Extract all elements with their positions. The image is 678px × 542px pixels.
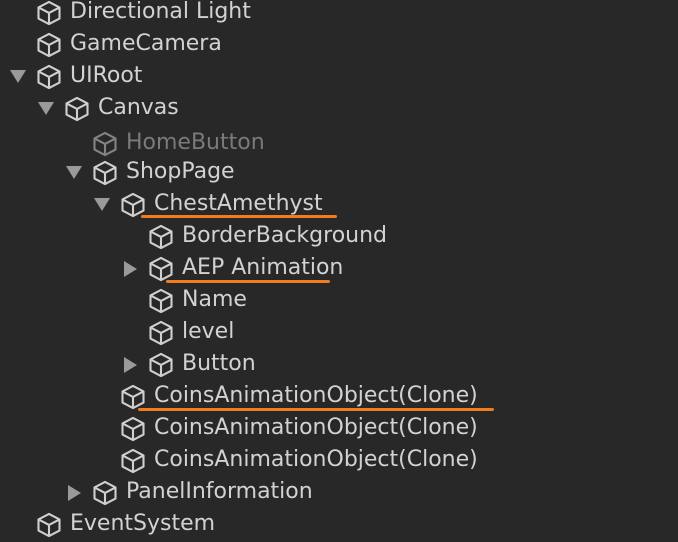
item-label: Name	[182, 287, 247, 312]
triangle-down-icon[interactable]	[38, 102, 54, 115]
hierarchy-item-uiroot[interactable]: UIRoot	[0, 61, 678, 93]
item-label: HomeButton	[126, 130, 265, 155]
triangle-down-icon[interactable]	[94, 198, 110, 211]
triangle-right-icon[interactable]	[124, 261, 137, 277]
hierarchy-item-panelinformation[interactable]: PanelInformation	[0, 477, 678, 509]
triangle-down-icon[interactable]	[10, 70, 26, 83]
gameobject-cube-icon	[93, 131, 117, 157]
item-label: GameCamera	[70, 31, 222, 56]
annotation-underline-chestamethyst	[141, 215, 337, 218]
gameobject-cube-icon	[37, 64, 61, 90]
item-label: CoinsAnimationObject(Clone)	[154, 383, 478, 408]
triangle-right-icon[interactable]	[68, 485, 81, 501]
annotation-underline-coinsanimationobject	[138, 408, 494, 411]
item-label: UIRoot	[70, 63, 143, 88]
hierarchy-item-directional-light[interactable]: Directional Light	[0, 0, 678, 29]
item-label: Directional Light	[70, 0, 251, 24]
gameobject-cube-icon	[121, 448, 145, 474]
item-label: level	[182, 319, 235, 344]
item-label: Button	[182, 351, 256, 376]
item-label: ShopPage	[126, 159, 235, 184]
triangle-right-icon[interactable]	[124, 357, 137, 373]
gameobject-cube-icon	[65, 96, 89, 122]
gameobject-cube-icon	[149, 224, 173, 250]
gameobject-cube-icon	[37, 0, 61, 26]
triangle-down-icon[interactable]	[66, 166, 82, 179]
item-label: Canvas	[98, 95, 179, 120]
gameobject-cube-icon	[93, 160, 117, 186]
hierarchy-item-coinsanimationobject-clone[interactable]: CoinsAnimationObject(Clone)	[0, 445, 678, 477]
gameobject-cube-icon	[149, 320, 173, 346]
hierarchy-item-canvas[interactable]: Canvas	[0, 93, 678, 125]
hierarchy-item-level[interactable]: level	[0, 317, 678, 349]
hierarchy-panel: Directional Light GameCamera UIRoot Canv…	[0, 0, 678, 542]
gameobject-cube-icon	[149, 288, 173, 314]
item-label: EventSystem	[70, 511, 216, 536]
hierarchy-item-chestamethyst[interactable]: ChestAmethyst	[0, 189, 678, 221]
item-label: CoinsAnimationObject(Clone)	[154, 447, 478, 472]
gameobject-cube-icon	[37, 32, 61, 58]
gameobject-cube-icon	[37, 512, 61, 538]
annotation-underline-aep-animation	[166, 280, 330, 283]
hierarchy-item-shoppage[interactable]: ShopPage	[0, 157, 678, 189]
hierarchy-item-button[interactable]: Button	[0, 349, 678, 381]
hierarchy-item-eventsystem[interactable]: EventSystem	[0, 509, 678, 541]
hierarchy-item-gamecamera[interactable]: GameCamera	[0, 29, 678, 61]
gameobject-cube-icon	[93, 480, 117, 506]
item-label: CoinsAnimationObject(Clone)	[154, 415, 478, 440]
gameobject-cube-icon	[149, 352, 173, 378]
item-label: ChestAmethyst	[154, 191, 323, 216]
gameobject-cube-icon	[149, 256, 173, 282]
hierarchy-item-borderbackground[interactable]: BorderBackground	[0, 221, 678, 253]
hierarchy-item-homebutton[interactable]: HomeButton	[0, 128, 678, 160]
hierarchy-item-aep-animation[interactable]: AEP Animation	[0, 253, 678, 285]
item-label: BorderBackground	[182, 223, 388, 248]
item-label: PanelInformation	[126, 479, 313, 504]
hierarchy-item-name[interactable]: Name	[0, 285, 678, 317]
gameobject-cube-icon	[121, 416, 145, 442]
hierarchy-item-coinsanimationobject-clone[interactable]: CoinsAnimationObject(Clone)	[0, 413, 678, 445]
gameobject-cube-icon	[121, 384, 145, 410]
item-label: AEP Animation	[182, 255, 344, 280]
